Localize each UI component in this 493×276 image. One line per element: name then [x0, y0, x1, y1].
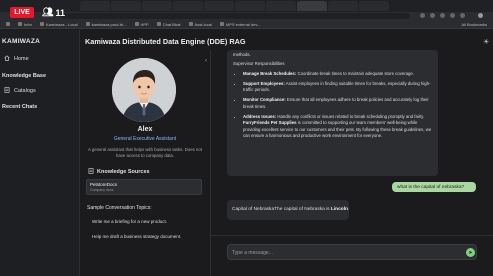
extension-icon[interactable] — [460, 13, 465, 18]
browser-tab[interactable] — [111, 1, 141, 11]
bookmark-item[interactable]: MPS external dev... — [219, 22, 260, 27]
message-composer: ➤ — [227, 244, 477, 260]
bookmark-favicon — [85, 22, 90, 26]
knowledge-source-subtitle: Company docs — [90, 188, 114, 192]
bookmark-favicon — [219, 22, 224, 26]
nav-catalogs[interactable]: Catalogs — [4, 87, 36, 95]
browser-tab-strip — [0, 0, 493, 12]
assistant-name: Alex — [137, 126, 153, 133]
bookmark-favicon — [156, 22, 161, 26]
knowledge-sources-heading: Knowledge Sources — [88, 168, 150, 176]
bookmark-item[interactable]: HPP — [134, 22, 149, 27]
bookmark-favicon — [188, 22, 193, 26]
assistant-message: methods. Supervisor Responsibilities Man… — [227, 50, 438, 176]
page-title: Kamiwaza Distributed Data Engine (DDE) R… — [85, 37, 246, 46]
bookmark-favicon — [134, 22, 139, 26]
sample-topics-title: Sample Conversation Topics: — [87, 205, 152, 211]
bookmarks-bar: Infor Kamiwaza - Local kamiwaza.prod-tri… — [0, 20, 493, 29]
people-icon: 👥︎ — [42, 7, 54, 17]
profile-avatar[interactable] — [478, 13, 483, 18]
bookmark-favicon — [18, 22, 22, 26]
browser-tabs — [80, 1, 389, 11]
omnibox[interactable] — [60, 13, 410, 19]
nav-home[interactable]: Home — [4, 55, 29, 63]
extension-icon[interactable] — [450, 13, 455, 18]
extension-icon[interactable] — [440, 13, 445, 18]
browser-tab[interactable] — [266, 1, 296, 11]
bookmark-item[interactable]: Chat Bhat — [156, 22, 181, 27]
send-button[interactable]: ➤ — [466, 248, 475, 257]
assistant-role: General Executive Assistant — [113, 136, 177, 142]
list-item: Monitor Compliance: Ensure that all empl… — [243, 97, 432, 110]
bookmark-item[interactable]: Kamiwaza - Local — [40, 22, 78, 27]
bookmark-item[interactable]: kamiwaza.prod-tri... — [85, 22, 127, 27]
sample-topic[interactable]: Help me draft a business strategy docume… — [88, 231, 206, 242]
browser-tab[interactable] — [142, 1, 172, 11]
list-item: Address Issues: Handle any conflicts or … — [243, 114, 432, 139]
theme-toggle-icon[interactable]: ☀ — [483, 38, 489, 46]
bookmark-item[interactable]: Asst-local — [188, 22, 212, 27]
nav-catalogs-label: Catalogs — [14, 88, 36, 94]
knowledge-source-name: PetstoreDocs — [90, 182, 118, 187]
bookmark-item[interactable]: Infor — [18, 22, 32, 27]
knowledge-source-card[interactable]: PetstoreDocs Company docs — [86, 179, 202, 195]
browser-tab[interactable] — [235, 1, 265, 11]
viewer-count: 👥︎ 11 — [42, 7, 65, 18]
list-item: Support Employees: Assist employees in f… — [243, 81, 432, 94]
viewer-count-value: 11 — [55, 7, 65, 18]
all-bookmarks[interactable]: All Bookmarks — [461, 22, 487, 27]
browser-tab[interactable] — [173, 1, 203, 11]
message-heading: Supervisor Responsibilities — [233, 61, 285, 67]
browser-tab[interactable] — [204, 1, 234, 11]
apps-icon[interactable] — [6, 22, 10, 26]
browser-tab-active[interactable] — [297, 1, 327, 11]
knowledge-sources-title: Knowledge Sources — [97, 169, 150, 175]
send-icon: ➤ — [468, 249, 473, 256]
browser-tab[interactable] — [328, 1, 358, 11]
app-brand[interactable]: KAMIWAZA — [2, 38, 40, 45]
sample-topic[interactable]: Write me a briefing for a new product. — [88, 216, 206, 227]
app-sidebar — [0, 30, 80, 276]
assistant-reply: Capital of NebraskaThe capital of Nebras… — [227, 200, 349, 220]
extension-icon[interactable] — [430, 13, 435, 18]
bookmark-favicon — [40, 22, 45, 26]
collapse-panel-icon[interactable]: ‹ — [205, 58, 207, 64]
browser-tab[interactable] — [80, 1, 110, 11]
extension-icon[interactable] — [420, 13, 425, 18]
nav-home-label: Home — [14, 56, 29, 62]
message-input[interactable] — [232, 248, 457, 257]
book-icon — [88, 168, 94, 176]
user-message: what is the capital of nebraska? — [392, 182, 476, 192]
browser-tab[interactable] — [359, 1, 389, 11]
section-recent-chats: Recent Chats — [2, 104, 38, 110]
home-icon — [4, 55, 10, 63]
list-item: Manage Break Schedules: Coordinate break… — [243, 71, 432, 77]
assistant-avatar — [112, 58, 176, 122]
input-divider — [211, 235, 493, 236]
panel-divider — [210, 50, 211, 276]
catalog-icon — [4, 87, 10, 95]
responsibility-list: Manage Break Schedules: Coordinate break… — [233, 71, 432, 140]
live-badge: LIVE — [10, 7, 34, 18]
assistant-description: A general assistant that helps with busi… — [88, 147, 202, 158]
message-text: methods. — [233, 52, 251, 57]
section-knowledge-base: Knowledge Base — [2, 73, 47, 79]
